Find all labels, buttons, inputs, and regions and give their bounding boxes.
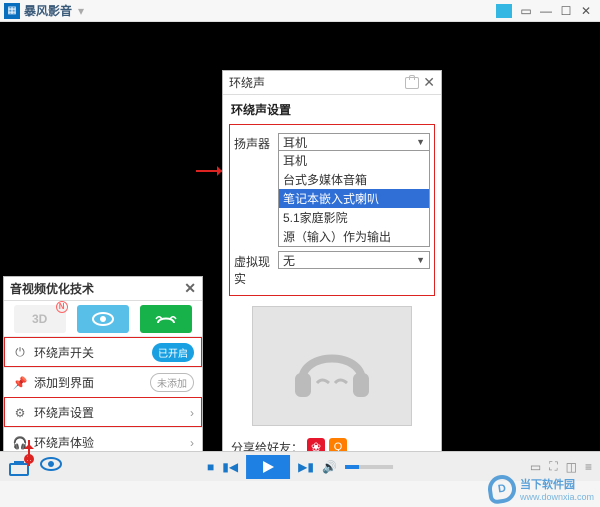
box-icon[interactable]: ▭ xyxy=(516,2,536,20)
dropdown-icon[interactable]: ▾ xyxy=(78,4,84,18)
pin-icon: 📌 xyxy=(12,376,28,390)
annotation-highlight-box: 扬声器 耳机 ▼ 耳机 台式多媒体音箱 笔记本嵌入式喇叭 5.1家庭影院 源（输… xyxy=(229,124,435,296)
add-to-ui-state[interactable]: 未添加 xyxy=(150,373,194,392)
vr-select-value: 无 xyxy=(283,252,295,269)
mode-button[interactable]: ◫ xyxy=(566,460,577,474)
eye-button[interactable] xyxy=(40,457,62,476)
speaker-option[interactable]: 5.1家庭影院 xyxy=(279,208,429,227)
tab-surround[interactable] xyxy=(140,305,192,333)
watermark-url: www.downxia.com xyxy=(520,492,594,502)
app-title: 暴风影音 xyxy=(24,2,72,19)
power-icon: ⏻ xyxy=(12,345,28,360)
message-icon[interactable] xyxy=(496,2,516,20)
eye-icon xyxy=(92,312,114,326)
thumb-up-icon[interactable] xyxy=(405,77,419,89)
surround-toggle-row[interactable]: ⏻ 环绕声开关 已开启 xyxy=(4,337,202,367)
surround-section-title: 环绕声设置 xyxy=(223,95,441,122)
fullscreen-button[interactable]: ⛶ xyxy=(549,459,557,474)
headphone-waves-icon xyxy=(154,311,178,327)
watermark: D 当下软件园 www.downxia.com xyxy=(488,475,594,503)
surround-dialog-title: 环绕声 xyxy=(229,74,265,91)
surround-toggle-label: 环绕声开关 xyxy=(34,344,94,361)
optimization-panel-close-icon[interactable]: ✕ xyxy=(184,280,196,297)
speaker-option[interactable]: 台式多媒体音箱 xyxy=(279,170,429,189)
speaker-option[interactable]: 源（输入）作为输出 xyxy=(279,227,429,246)
surround-dialog: 环绕声 ✕ 环绕声设置 扬声器 耳机 ▼ 耳机 台式多媒体音箱 笔记本嵌入式喇叭 xyxy=(222,70,442,480)
watermark-brand: 当下软件园 xyxy=(520,476,594,492)
optimization-panel-header: 音视频优化技术 ✕ xyxy=(4,277,202,301)
vr-select[interactable]: 无 ▼ xyxy=(278,251,430,269)
optimization-panel: 音视频优化技术 ✕ 3D N ⏻ 环绕声开关 已开启 📌 xyxy=(3,276,203,458)
vr-label: 虚拟现实 xyxy=(234,251,278,287)
surround-settings-label: 环绕声设置 xyxy=(34,404,94,421)
chevron-right-icon: › xyxy=(190,406,194,420)
add-to-ui-label: 添加到界面 xyxy=(34,374,94,391)
tab-3d[interactable]: 3D N xyxy=(14,305,66,333)
chevron-down-icon: ▼ xyxy=(416,255,425,265)
tab-3d-label: 3D xyxy=(32,312,47,326)
add-to-ui-row[interactable]: 📌 添加到界面 未添加 xyxy=(4,367,202,397)
stop-button[interactable]: ■ xyxy=(207,460,214,474)
open-file-button[interactable]: ▭ xyxy=(530,460,541,474)
video-stage: 环绕声 ✕ 环绕声设置 扬声器 耳机 ▼ 耳机 台式多媒体音箱 笔记本嵌入式喇叭 xyxy=(0,22,600,454)
playlist-button[interactable]: ≡ xyxy=(585,460,592,474)
toolbox-button[interactable]: 1 xyxy=(8,458,30,476)
app-logo-icon: ▦ xyxy=(4,3,20,19)
headphone-icon xyxy=(287,331,377,401)
speaker-select-value: 耳机 xyxy=(283,134,307,151)
volume-slider[interactable] xyxy=(345,465,393,469)
speaker-select[interactable]: 耳机 ▼ xyxy=(278,133,430,151)
play-icon xyxy=(261,460,275,474)
close-button[interactable]: ✕ xyxy=(576,2,596,20)
next-button[interactable]: ▶▮ xyxy=(298,460,314,474)
headphone-preview xyxy=(252,306,412,426)
annotation-arrow-up xyxy=(28,440,30,466)
minimize-button[interactable]: — xyxy=(536,2,556,20)
tab-3d-badge-icon: N xyxy=(56,301,68,313)
eye-icon xyxy=(40,457,62,471)
surround-settings-row[interactable]: ⚙ 环绕声设置 › xyxy=(4,397,202,427)
maximize-button[interactable]: ☐ xyxy=(556,2,576,20)
watermark-logo-icon: D xyxy=(486,473,518,505)
surround-experience-label: 环绕声体验 xyxy=(34,434,94,451)
volume-button[interactable]: 🔊 xyxy=(322,460,337,474)
optimization-panel-title: 音视频优化技术 xyxy=(10,280,94,297)
tab-eye[interactable] xyxy=(77,305,129,333)
prev-button[interactable]: ▮◀ xyxy=(222,460,238,474)
chevron-right-icon: › xyxy=(190,436,194,450)
surround-toggle-state[interactable]: 已开启 xyxy=(152,343,194,362)
play-button[interactable] xyxy=(246,455,290,479)
chevron-down-icon: ▼ xyxy=(416,137,425,147)
optimization-tabs: 3D N xyxy=(4,301,202,337)
surround-dialog-header: 环绕声 ✕ xyxy=(223,71,441,95)
speaker-select-listbox[interactable]: 耳机 台式多媒体音箱 笔记本嵌入式喇叭 5.1家庭影院 源（输入）作为输出 xyxy=(278,151,430,247)
surround-dialog-close-icon[interactable]: ✕ xyxy=(423,74,435,91)
speaker-option[interactable]: 耳机 xyxy=(279,151,429,170)
gear-icon: ⚙ xyxy=(12,406,28,420)
app-titlebar: ▦ 暴风影音 ▾ ▭ — ☐ ✕ xyxy=(0,0,600,22)
speaker-option[interactable]: 笔记本嵌入式喇叭 xyxy=(279,189,429,208)
speaker-label: 扬声器 xyxy=(234,133,278,152)
